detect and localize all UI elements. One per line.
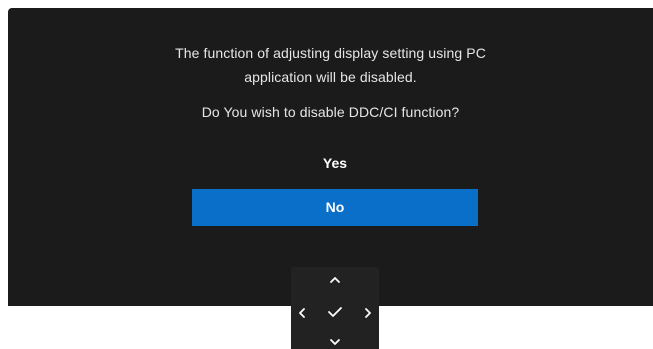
ddc-ci-confirmation-dialog: The function of adjusting display settin… bbox=[8, 8, 653, 306]
chevron-right-icon[interactable] bbox=[357, 302, 379, 324]
chevron-left-icon[interactable] bbox=[291, 302, 313, 324]
chevron-up-icon[interactable] bbox=[324, 269, 346, 291]
screen: The function of adjusting display settin… bbox=[0, 0, 653, 349]
no-option-button[interactable]: No bbox=[192, 189, 478, 226]
yes-option-button[interactable]: Yes bbox=[192, 145, 478, 182]
dialog-question: Do You wish to disable DDC/CI function? bbox=[201, 104, 460, 120]
dialog-message-line-2: application will be disabled. bbox=[244, 69, 417, 85]
dialog-message-line-1: The function of adjusting display settin… bbox=[175, 45, 486, 61]
navigation-pad bbox=[291, 267, 379, 349]
checkmark-icon[interactable] bbox=[324, 301, 346, 323]
chevron-down-icon[interactable] bbox=[324, 331, 346, 349]
